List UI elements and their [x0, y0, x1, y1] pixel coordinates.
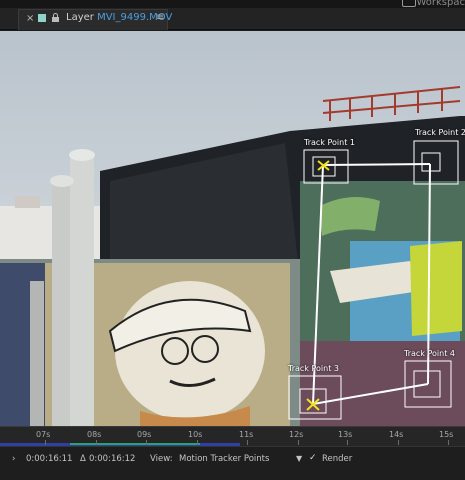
view-label: View:: [150, 454, 173, 464]
tick-label: 15s: [439, 430, 454, 439]
delta-icon: Δ: [80, 454, 86, 464]
go-to-start-icon[interactable]: ›: [12, 454, 15, 464]
tick-mark: [146, 440, 147, 445]
tick-label: 13s: [338, 430, 353, 439]
tick-label: 07s: [36, 430, 51, 439]
tick-mark: [298, 440, 299, 445]
lock-icon[interactable]: [52, 13, 59, 22]
tracker-overlay: [288, 140, 459, 420]
workspace-label[interactable]: Workspac: [416, 0, 465, 8]
cache-indicator: [70, 443, 200, 445]
time-ruler[interactable]: 07s 08s 09s 10s 11s 12s 13s 14s 15s: [0, 426, 465, 446]
in-point-time[interactable]: 0:00:16:11: [26, 454, 72, 464]
tick-label: 09s: [137, 430, 152, 439]
track-point-2-label: Track Point 2: [415, 128, 465, 137]
render-label[interactable]: Render: [322, 454, 352, 464]
tick-label: 10s: [188, 430, 203, 439]
track-point-4-label: Track Point 4: [404, 349, 455, 358]
tick-label: 12s: [289, 430, 304, 439]
chevron-down-icon[interactable]: ▼: [296, 454, 302, 463]
tick-mark: [197, 440, 198, 445]
label-color-swatch: [38, 14, 46, 22]
tick-label: 14s: [389, 430, 404, 439]
panel-menu-icon[interactable]: ≡: [156, 12, 164, 23]
tick-mark: [448, 440, 449, 445]
track-path-3-4: [312, 383, 429, 405]
render-checkbox[interactable]: ✓: [309, 453, 317, 463]
view-dropdown[interactable]: Motion Tracker Points: [179, 454, 269, 464]
workspace-icon[interactable]: [402, 0, 416, 7]
tick-label: 11s: [239, 430, 254, 439]
tick-mark: [247, 440, 248, 445]
tick-mark: [96, 440, 97, 445]
tick-label: 08s: [87, 430, 102, 439]
track-point-1-label: Track Point 1: [304, 138, 355, 147]
track-point-3-label: Track Point 3: [288, 364, 339, 373]
window-strip: [0, 0, 465, 8]
layer-viewer[interactable]: Track Point 1 Track Point 2 Track Point …: [0, 31, 465, 426]
track-point-2-feature-region[interactable]: [421, 152, 441, 172]
viewer-footer: › 0:00:16:11 Δ 0:00:16:12 View: Motion T…: [0, 446, 465, 480]
duration-time[interactable]: 0:00:16:12: [89, 454, 135, 464]
tick-mark: [45, 440, 46, 445]
tab-bar: Workspac × Layer MVI_9499.MOV ≡: [0, 0, 465, 30]
tab-prefix: Layer: [66, 12, 94, 23]
tick-mark: [347, 440, 348, 445]
close-icon[interactable]: ×: [26, 13, 34, 24]
track-point-2-search-region[interactable]: [413, 140, 459, 185]
tick-mark: [398, 440, 399, 445]
